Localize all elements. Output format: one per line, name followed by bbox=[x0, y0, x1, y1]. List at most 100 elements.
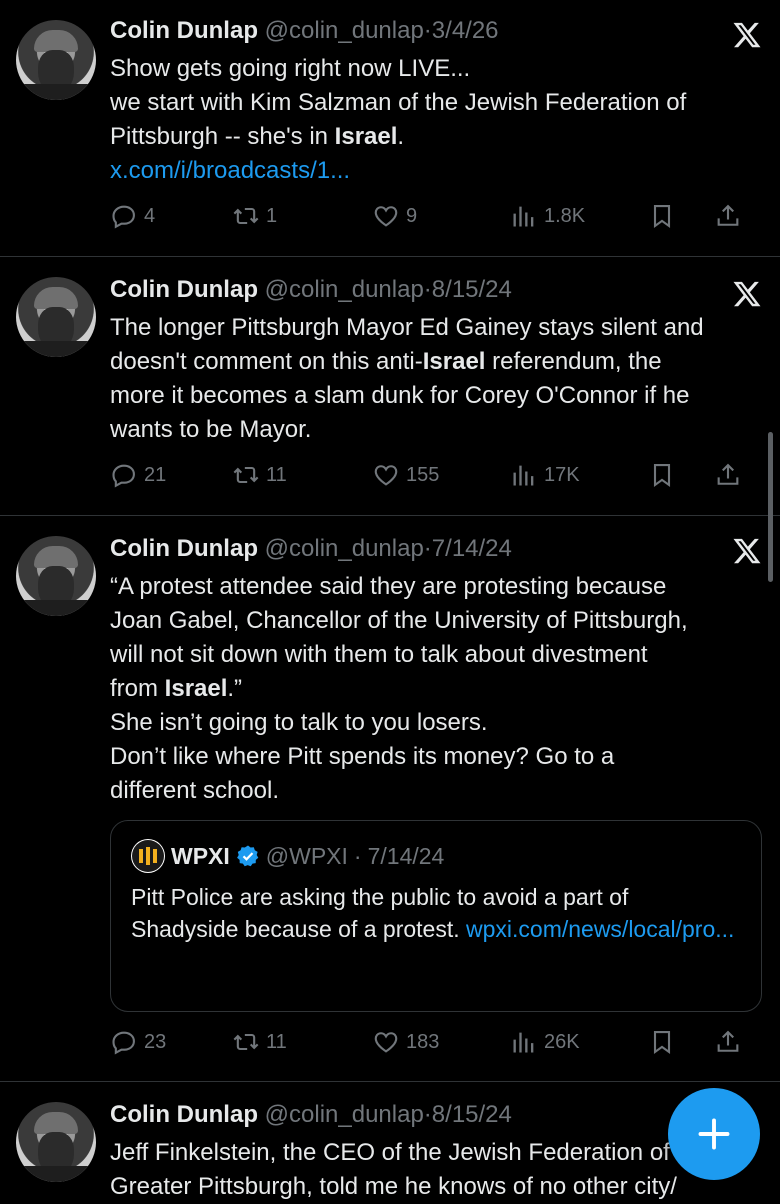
author-handle[interactable]: @colin_dunlap bbox=[265, 17, 424, 44]
bookmark-icon bbox=[648, 202, 676, 230]
quoted-tweet[interactable]: WPXI @WPXI · 7/14/24 Pitt Police are askin… bbox=[110, 820, 762, 1012]
bookmark-icon bbox=[648, 1028, 676, 1056]
like-icon bbox=[372, 202, 400, 230]
tweet-line: Joan Gabel, Chancellor of the University… bbox=[110, 607, 688, 634]
tweet-line: She isn’t going to talk to you losers. bbox=[110, 709, 488, 736]
reply-count: 4 bbox=[144, 204, 156, 227]
repost-count: 11 bbox=[266, 463, 287, 486]
reply-button[interactable]: 4 bbox=[110, 202, 232, 230]
author-name[interactable]: Colin Dunlap bbox=[110, 17, 258, 44]
like-icon bbox=[372, 1028, 400, 1056]
repost-button[interactable]: 11 bbox=[232, 1028, 372, 1056]
like-button[interactable]: 155 bbox=[372, 461, 510, 489]
view-count: 1.8K bbox=[544, 204, 586, 227]
action-bar: 21 11 155 17K bbox=[110, 457, 760, 493]
repost-count: 11 bbox=[266, 1030, 287, 1053]
like-count: 9 bbox=[406, 204, 418, 227]
tweet[interactable]: Colin Dunlap @colin_dunlap·3/4/26 Show g… bbox=[0, 0, 780, 257]
tweet-date[interactable]: 8/15/24 bbox=[432, 1101, 512, 1128]
share-button[interactable] bbox=[714, 1028, 742, 1056]
verified-icon bbox=[236, 845, 259, 867]
tweet-line: will not sit down with them to talk abou… bbox=[110, 641, 648, 668]
author-name[interactable]: Colin Dunlap bbox=[110, 1101, 258, 1128]
author-name[interactable]: Colin Dunlap bbox=[110, 276, 258, 303]
quoted-tweet-date[interactable]: 7/14/24 bbox=[368, 841, 445, 871]
author-name[interactable]: Colin Dunlap bbox=[110, 535, 258, 562]
repost-button[interactable]: 11 bbox=[232, 461, 372, 489]
tweet-header: Colin Dunlap @colin_dunlap·8/15/24 bbox=[110, 275, 756, 305]
views-button[interactable]: 1.8K bbox=[510, 202, 648, 230]
like-count: 155 bbox=[406, 463, 440, 486]
bookmark-button[interactable] bbox=[648, 202, 714, 230]
views-button[interactable]: 17K bbox=[510, 461, 648, 489]
separator: · bbox=[423, 17, 432, 44]
tweet-date[interactable]: 3/4/26 bbox=[432, 17, 499, 44]
tweet-text-span: from bbox=[110, 675, 165, 702]
separator: · bbox=[423, 535, 432, 562]
tweet-date[interactable]: 8/15/24 bbox=[432, 276, 512, 303]
tweet-line: we start with Kim Salzman of the Jewish … bbox=[110, 89, 687, 116]
author-handle[interactable]: @colin_dunlap bbox=[265, 535, 424, 562]
tweet-line: different school. bbox=[110, 777, 279, 804]
avatar[interactable] bbox=[16, 20, 96, 100]
quoted-author-name[interactable]: WPXI bbox=[171, 841, 230, 871]
repost-count: 1 bbox=[266, 204, 278, 227]
tweet-text-span: . bbox=[397, 123, 405, 150]
tweet-text-span: .” bbox=[227, 675, 243, 702]
separator: · bbox=[423, 276, 432, 303]
share-icon bbox=[714, 1028, 742, 1056]
bookmark-button[interactable] bbox=[648, 461, 714, 489]
separator: · bbox=[423, 1101, 432, 1128]
tweet[interactable]: Colin Dunlap @colin_dunlap·7/14/24 “A pr… bbox=[0, 516, 780, 1082]
quoted-author-handle[interactable]: @WPXI bbox=[266, 841, 348, 871]
tweet-text: The longer Pittsburgh Mayor Ed Gainey st… bbox=[110, 311, 756, 447]
quoted-tweet-text: Pitt Police are asking the public to avo… bbox=[131, 881, 741, 945]
tweet-line: from Israel.” bbox=[110, 672, 756, 706]
repost-button[interactable]: 1 bbox=[232, 202, 372, 230]
like-button[interactable]: 9 bbox=[372, 202, 510, 230]
views-icon bbox=[510, 461, 538, 489]
quoted-tweet-header: WPXI @WPXI · 7/14/24 bbox=[131, 839, 741, 873]
tweet[interactable]: Colin Dunlap @colin_dunlap·8/15/24 Jeff … bbox=[0, 1082, 780, 1200]
view-count: 26K bbox=[544, 1030, 580, 1053]
highlighted-term: Israel bbox=[422, 348, 486, 375]
tweet-text-span: doesn't comment on this anti- bbox=[110, 348, 423, 375]
author-handle[interactable]: @colin_dunlap bbox=[265, 276, 424, 303]
repost-icon bbox=[232, 202, 260, 230]
avatar[interactable] bbox=[16, 536, 96, 616]
compose-button[interactable] bbox=[668, 1088, 760, 1180]
scrollbar[interactable] bbox=[768, 432, 773, 582]
tweet-line: more it becomes a slam dunk for Corey O'… bbox=[110, 382, 690, 409]
highlighted-term: Israel bbox=[164, 675, 228, 702]
action-bar: 23 11 183 26K bbox=[110, 1024, 760, 1060]
bookmark-icon bbox=[648, 461, 676, 489]
tweet-text: Show gets going right now LIVE... we sta… bbox=[110, 52, 756, 188]
like-button[interactable]: 183 bbox=[372, 1028, 510, 1056]
bookmark-button[interactable] bbox=[648, 1028, 714, 1056]
repost-icon bbox=[232, 1028, 260, 1056]
avatar[interactable] bbox=[16, 1102, 96, 1182]
share-icon bbox=[714, 461, 742, 489]
share-button[interactable] bbox=[714, 202, 742, 230]
quoted-link[interactable]: wpxi.com/news/local/pro... bbox=[466, 916, 734, 942]
tweet[interactable]: Colin Dunlap @colin_dunlap·8/15/24 The l… bbox=[0, 257, 780, 516]
views-button[interactable]: 26K bbox=[510, 1028, 648, 1056]
tweet-line: Jeff Finkelstein, the CEO of the Jewish … bbox=[110, 1139, 670, 1166]
tweet-header: Colin Dunlap @colin_dunlap·3/4/26 bbox=[110, 16, 756, 46]
tweet-line: The longer Pittsburgh Mayor Ed Gainey st… bbox=[110, 314, 704, 341]
reply-icon bbox=[110, 461, 138, 489]
avatar[interactable] bbox=[16, 277, 96, 357]
reply-button[interactable]: 23 bbox=[110, 1028, 232, 1056]
share-button[interactable] bbox=[714, 461, 742, 489]
tweet-link[interactable]: x.com/i/broadcasts/1... bbox=[110, 154, 756, 188]
reply-count: 23 bbox=[144, 1030, 167, 1053]
tweet-line: “A protest attendee said they are protes… bbox=[110, 573, 667, 600]
wpxi-logo-icon[interactable] bbox=[131, 839, 165, 873]
reply-count: 21 bbox=[144, 463, 167, 486]
tweet-date[interactable]: 7/14/24 bbox=[432, 535, 512, 562]
views-icon bbox=[510, 1028, 538, 1056]
author-handle[interactable]: @colin_dunlap bbox=[265, 1101, 424, 1128]
tweet-text-span: referendum, the bbox=[485, 348, 662, 375]
tweet-header: Colin Dunlap @colin_dunlap·7/14/24 bbox=[110, 534, 756, 564]
reply-button[interactable]: 21 bbox=[110, 461, 232, 489]
